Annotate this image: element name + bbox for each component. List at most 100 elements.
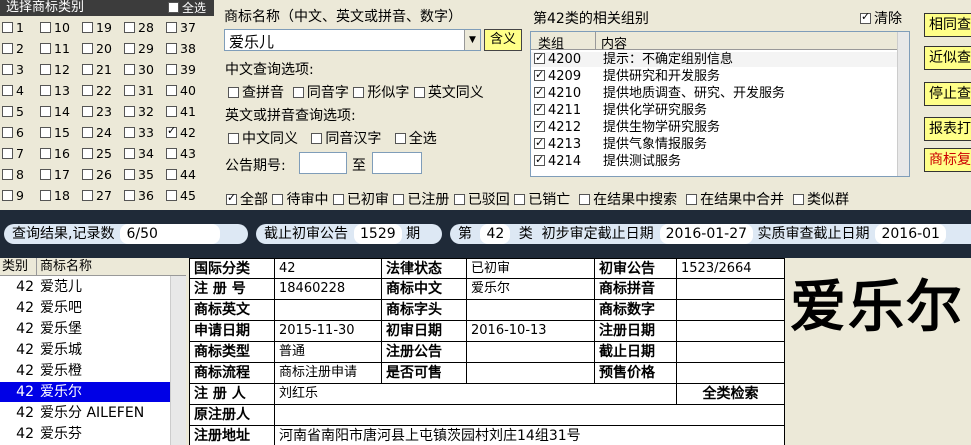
category-checkbox-40[interactable]: 40 xyxy=(166,83,196,98)
select-all-checkbox[interactable] xyxy=(168,2,179,13)
group-row[interactable]: 4211提供化学研究服务 xyxy=(531,101,899,118)
clear-checkbox[interactable]: 清除 xyxy=(860,8,902,28)
en-option-cn-synonym[interactable]: 中文同义 xyxy=(228,131,298,147)
category-checkbox-25[interactable]: 25 xyxy=(82,146,112,161)
category-checkbox-30[interactable]: 30 xyxy=(124,62,154,77)
category-checkbox-43[interactable]: 43 xyxy=(166,146,196,161)
category-checkbox-34[interactable]: 34 xyxy=(124,146,154,161)
category-checkbox-31[interactable]: 31 xyxy=(124,83,154,98)
detail-letters-label: 商标字头 xyxy=(382,300,467,321)
group-row[interactable]: 4210提供地质调查、研究、开发服务 xyxy=(531,84,899,101)
cn-option-similar-shape[interactable]: 形似字 xyxy=(353,85,409,101)
result-row[interactable]: 42 爱乐分 AILEFEN xyxy=(0,403,170,423)
category-checkbox-39[interactable]: 39 xyxy=(166,62,196,77)
category-checkbox-11[interactable]: 11 xyxy=(40,41,70,56)
print-report-button[interactable]: 报表打印 xyxy=(924,117,971,141)
filter-cancelled[interactable]: 已销亡 xyxy=(514,192,570,208)
filter-pending[interactable]: 待审中 xyxy=(272,192,328,208)
category-checkbox-4[interactable]: 4 xyxy=(2,83,24,98)
category-checkbox-44[interactable]: 44 xyxy=(166,167,196,182)
group-row[interactable]: 4213提供气象情报服务 xyxy=(531,135,899,152)
category-checkbox-22[interactable]: 22 xyxy=(82,83,112,98)
result-row[interactable]: 42 爱范儿 xyxy=(0,277,170,297)
same-query-button[interactable]: 相同查询 xyxy=(924,13,971,37)
filter-merge-results[interactable]: 在结果中合并 xyxy=(686,192,784,208)
category-checkbox-18[interactable]: 18 xyxy=(40,188,70,203)
category-checkbox-6[interactable]: 6 xyxy=(2,125,24,140)
filter-rejected[interactable]: 已驳回 xyxy=(453,192,510,208)
category-checkbox-16[interactable]: 16 xyxy=(40,146,70,161)
stop-query-button[interactable]: 停止查询 xyxy=(924,82,971,106)
detail-en-name xyxy=(275,300,382,321)
category-checkbox-20[interactable]: 20 xyxy=(82,41,112,56)
category-checkbox-2[interactable]: 2 xyxy=(2,41,24,56)
category-checkbox-17[interactable]: 17 xyxy=(40,167,70,182)
group-row[interactable]: 4200提示：不确定组别信息 xyxy=(531,50,899,67)
copy-trademark-button[interactable]: 商标复制 xyxy=(924,148,971,172)
category-checkbox-12[interactable]: 12 xyxy=(40,62,70,77)
category-checkbox-8[interactable]: 8 xyxy=(2,167,24,182)
category-checkbox-29[interactable]: 29 xyxy=(124,41,154,56)
cn-option-en-synonym[interactable]: 英文同义 xyxy=(413,85,484,101)
category-checkbox-14[interactable]: 14 xyxy=(40,104,70,119)
category-checkbox-42[interactable]: 42 xyxy=(166,124,196,140)
category-checkbox-15[interactable]: 15 xyxy=(40,125,70,140)
similar-query-button[interactable]: 近似查询 xyxy=(924,46,971,70)
cn-option-homophone[interactable]: 同音字 xyxy=(292,85,349,101)
category-checkbox-26[interactable]: 26 xyxy=(82,167,112,182)
en-option-select-all[interactable]: 全选 xyxy=(394,131,437,147)
category-checkbox-33[interactable]: 33 xyxy=(124,125,154,140)
category-select-all[interactable]: 全选 xyxy=(168,0,214,16)
result-row[interactable]: 42 爱乐城 xyxy=(0,340,170,360)
filter-registered[interactable]: 已注册 xyxy=(393,192,449,208)
category-checkbox-3[interactable]: 3 xyxy=(2,62,24,77)
group-row[interactable]: 4212提供生物学研究服务 xyxy=(531,118,899,135)
category-checkbox-19[interactable]: 19 xyxy=(82,20,112,35)
result-row[interactable]: 42 爱乐芬 xyxy=(0,424,170,444)
category-checkbox-27[interactable]: 27 xyxy=(82,188,112,203)
results-scrollbar[interactable] xyxy=(170,276,186,445)
contains-button[interactable]: 含义 xyxy=(484,29,522,51)
category-checkbox-9[interactable]: 9 xyxy=(2,188,24,203)
category-checkbox-38[interactable]: 38 xyxy=(166,41,196,56)
en-option-homophone-hanzi[interactable]: 同音汉字 xyxy=(311,131,381,147)
detail-apply-date-label: 申请日期 xyxy=(189,321,275,342)
filter-all[interactable]: 全部 xyxy=(226,191,268,208)
trademark-name-input[interactable]: 爱乐儿 ▼ xyxy=(224,29,481,51)
category-checkbox-13[interactable]: 13 xyxy=(40,83,70,98)
category-checkbox-7[interactable]: 7 xyxy=(2,146,24,161)
cn-option-pinyin[interactable]: 查拼音 xyxy=(228,85,284,101)
category-checkbox-5[interactable]: 5 xyxy=(2,104,24,119)
result-row[interactable]: 42 爱乐吧 xyxy=(0,298,170,318)
category-checkbox-32[interactable]: 32 xyxy=(124,104,154,119)
category-checkbox-36[interactable]: 36 xyxy=(124,188,154,203)
detail-process-label: 商标流程 xyxy=(189,363,275,384)
category-checkbox-35[interactable]: 35 xyxy=(124,167,154,182)
filter-prelim[interactable]: 已初审 xyxy=(332,192,389,208)
category-checkbox-10[interactable]: 10 xyxy=(40,20,70,35)
detail-reg-no-label: 注 册 号 xyxy=(189,279,275,300)
group-row[interactable]: 4209提供研究和开发服务 xyxy=(531,67,899,84)
category-checkbox-41[interactable]: 41 xyxy=(166,104,196,119)
detail-letters xyxy=(467,300,595,321)
dropdown-arrow-icon[interactable]: ▼ xyxy=(464,30,480,50)
filter-search-in-results[interactable]: 在结果中搜索 xyxy=(579,192,677,208)
result-row[interactable]: 42 爱乐尔 xyxy=(0,382,170,402)
category-checkbox-37[interactable]: 37 xyxy=(166,20,196,35)
result-row[interactable]: 42 爱乐橙 xyxy=(0,361,170,381)
group-row[interactable]: 4214提供测试服务 xyxy=(531,152,899,169)
category-checkbox-24[interactable]: 24 xyxy=(82,125,112,140)
gazette-to-input[interactable] xyxy=(372,152,422,174)
detail-reg-date-label: 注册日期 xyxy=(595,321,677,342)
result-row[interactable]: 42 爱乐堡 xyxy=(0,319,170,339)
gazette-from-input[interactable] xyxy=(299,152,347,174)
category-checkbox-23[interactable]: 23 xyxy=(82,104,112,119)
filter-similar-group[interactable]: 类似群 xyxy=(792,192,849,208)
category-checkbox-1[interactable]: 1 xyxy=(2,20,24,35)
groups-scrollbar[interactable] xyxy=(897,32,909,176)
detail-all-class-label[interactable]: 全类检索 xyxy=(677,384,785,405)
category-checkbox-45[interactable]: 45 xyxy=(166,188,196,203)
category-checkbox-21[interactable]: 21 xyxy=(82,62,112,77)
category-checkbox-28[interactable]: 28 xyxy=(124,20,154,35)
gazette-to-label: 至 xyxy=(352,158,366,174)
